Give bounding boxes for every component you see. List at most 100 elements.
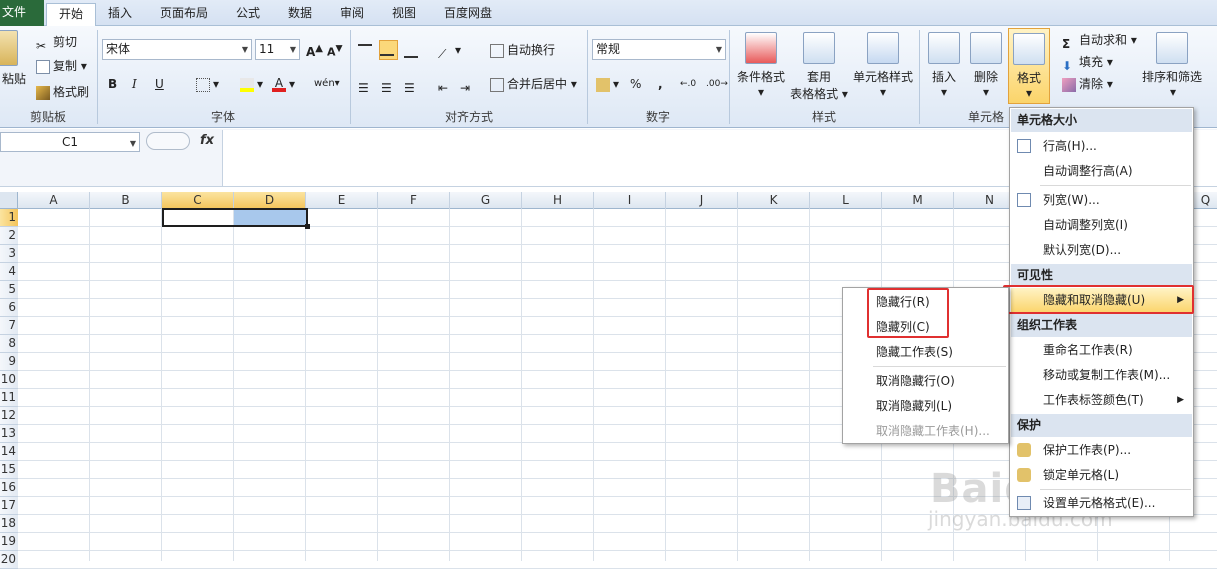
row-header-14[interactable]: 14 xyxy=(0,443,18,461)
orientation-button[interactable]: ⟋ ▾ xyxy=(438,40,461,61)
decrease-decimal-button[interactable]: .00→ xyxy=(706,74,728,94)
menu-item-move-copy-sheet[interactable]: 移动或复制工作表(M)... xyxy=(1011,363,1192,388)
row-header-18[interactable]: 18 xyxy=(0,515,18,533)
cut-button[interactable]: ✂ 剪切 xyxy=(36,32,77,53)
column-header-g[interactable]: G xyxy=(450,192,522,209)
column-header-l[interactable]: L xyxy=(810,192,882,209)
row-header-5[interactable]: 5 xyxy=(0,281,18,299)
row-header-6[interactable]: 6 xyxy=(0,299,18,317)
underline-button[interactable]: U xyxy=(155,74,164,94)
insert-cells-button[interactable]: 插入 ▾ xyxy=(924,32,964,99)
menu-item-column-width[interactable]: 列宽(W)... xyxy=(1011,188,1192,213)
row-header-7[interactable]: 7 xyxy=(0,317,18,335)
shrink-font-button[interactable]: A▼ xyxy=(327,39,343,59)
accounting-format-button[interactable]: ▾ xyxy=(596,74,619,94)
row-header-8[interactable]: 8 xyxy=(0,335,18,353)
paste-button[interactable]: 粘贴 xyxy=(0,30,28,87)
formula-bar-resize-handle[interactable] xyxy=(146,132,190,150)
tab-view[interactable]: 视图 xyxy=(384,3,424,26)
column-header-k[interactable]: K xyxy=(738,192,810,209)
align-center-button[interactable]: ☰ xyxy=(381,74,398,95)
tab-page-layout[interactable]: 页面布局 xyxy=(152,3,216,26)
name-box[interactable]: C1 ▼ xyxy=(0,132,140,152)
increase-indent-button[interactable]: ⇥ xyxy=(460,74,477,95)
format-cells-button[interactable]: 格式 ▾ xyxy=(1008,28,1050,104)
row-header-11[interactable]: 11 xyxy=(0,389,18,407)
row-header-19[interactable]: 19 xyxy=(0,533,18,551)
grow-font-button[interactable]: A▲ xyxy=(306,39,323,59)
copy-button[interactable]: 复制 ▾ xyxy=(36,56,87,76)
column-header-a[interactable]: A xyxy=(18,192,90,209)
wrap-text-button[interactable]: 自动换行 xyxy=(490,40,555,60)
format-as-table-button[interactable]: 套用 表格格式 ▾ xyxy=(790,32,848,102)
clear-button[interactable]: 清除 ▾ xyxy=(1062,74,1113,94)
column-header-m[interactable]: M xyxy=(882,192,954,209)
fill-color-button[interactable]: ▾ xyxy=(240,74,263,94)
menu-item-autofit-column[interactable]: 自动调整列宽(I) xyxy=(1011,213,1192,238)
menu-item-rename-sheet[interactable]: 重命名工作表(R) xyxy=(1011,338,1192,363)
row-header-13[interactable]: 13 xyxy=(0,425,18,443)
delete-cells-button[interactable]: 删除 ▾ xyxy=(966,32,1006,99)
column-header-i[interactable]: I xyxy=(594,192,666,209)
font-size-select[interactable]: 11 ▼ xyxy=(255,39,300,60)
menu-item-unhide-rows[interactable]: 取消隐藏行(O) xyxy=(844,369,1007,394)
column-header-b[interactable]: B xyxy=(90,192,162,209)
tab-formulas[interactable]: 公式 xyxy=(228,3,268,26)
menu-item-default-width[interactable]: 默认列宽(D)... xyxy=(1011,238,1192,263)
column-header-e[interactable]: E xyxy=(306,192,378,209)
merge-center-button[interactable]: 合并后居中 ▾ xyxy=(490,74,577,94)
align-top-button[interactable] xyxy=(358,40,375,60)
menu-item-protect-sheet[interactable]: 保护工作表(P)... xyxy=(1011,438,1192,463)
cell-styles-button[interactable]: 单元格样式 ▾ xyxy=(850,32,916,99)
tab-data[interactable]: 数据 xyxy=(280,3,320,26)
sort-filter-button[interactable]: 排序和筛选 ▾ xyxy=(1142,32,1217,99)
fill-button[interactable]: ⬇ 填充 ▾ xyxy=(1062,52,1113,73)
align-left-button[interactable]: ☰ xyxy=(358,74,375,95)
tab-baidu-cloud[interactable]: 百度网盘 xyxy=(436,3,500,26)
menu-item-row-height[interactable]: 行高(H)... xyxy=(1011,134,1192,159)
menu-item-lock-cell[interactable]: 锁定单元格(L) xyxy=(1011,463,1192,488)
row-header-10[interactable]: 10 xyxy=(0,371,18,389)
row-header-20[interactable]: 20 xyxy=(0,551,18,569)
percent-button[interactable]: % xyxy=(630,74,641,94)
align-right-button[interactable]: ☰ xyxy=(404,74,421,95)
fill-handle[interactable] xyxy=(305,224,310,229)
row-header-9[interactable]: 9 xyxy=(0,353,18,371)
tab-insert[interactable]: 插入 xyxy=(100,3,140,26)
borders-button[interactable]: ▾ xyxy=(196,74,219,94)
menu-item-tab-color[interactable]: 工作表标签颜色(T) ▶ xyxy=(1011,388,1192,413)
decrease-indent-button[interactable]: ⇤ xyxy=(438,74,455,95)
row-header-2[interactable]: 2 xyxy=(0,227,18,245)
column-header-h[interactable]: H xyxy=(522,192,594,209)
autosum-button[interactable]: Σ 自动求和 ▾ xyxy=(1062,30,1137,51)
row-header-17[interactable]: 17 xyxy=(0,497,18,515)
column-header-j[interactable]: J xyxy=(666,192,738,209)
menu-item-hide-sheet[interactable]: 隐藏工作表(S) xyxy=(844,340,1007,365)
tab-home[interactable]: 开始 xyxy=(46,3,96,27)
comma-button[interactable]: , xyxy=(658,74,663,94)
row-header-1[interactable]: 1 xyxy=(0,209,18,227)
row-header-4[interactable]: 4 xyxy=(0,263,18,281)
row-header-15[interactable]: 15 xyxy=(0,461,18,479)
align-middle-button[interactable] xyxy=(379,40,398,60)
align-bottom-button[interactable] xyxy=(404,40,421,60)
column-header-d[interactable]: D xyxy=(234,192,306,209)
select-all-corner[interactable] xyxy=(0,192,18,209)
column-header-f[interactable]: F xyxy=(378,192,450,209)
bold-button[interactable]: B xyxy=(108,74,117,94)
menu-item-format-cells[interactable]: 设置单元格格式(E)... xyxy=(1011,491,1192,516)
menu-item-autofit-row[interactable]: 自动调整行高(A) xyxy=(1011,159,1192,184)
italic-button[interactable]: I xyxy=(132,74,137,94)
font-color-button[interactable]: A ▾ xyxy=(272,74,295,94)
increase-decimal-button[interactable]: ←.0 xyxy=(680,74,696,94)
row-header-16[interactable]: 16 xyxy=(0,479,18,497)
phonetic-button[interactable]: wén▾ xyxy=(314,74,340,94)
conditional-format-button[interactable]: 条件格式 ▾ xyxy=(734,32,788,99)
tab-file[interactable]: 文件 xyxy=(0,0,44,26)
menu-item-unhide-columns[interactable]: 取消隐藏列(L) xyxy=(844,394,1007,419)
insert-function-button[interactable]: fx xyxy=(200,133,214,148)
font-name-select[interactable]: 宋体 ▼ xyxy=(102,39,252,60)
row-header-12[interactable]: 12 xyxy=(0,407,18,425)
number-format-select[interactable]: 常规 ▼ xyxy=(592,39,726,60)
format-painter-button[interactable]: 格式刷 xyxy=(36,82,89,102)
